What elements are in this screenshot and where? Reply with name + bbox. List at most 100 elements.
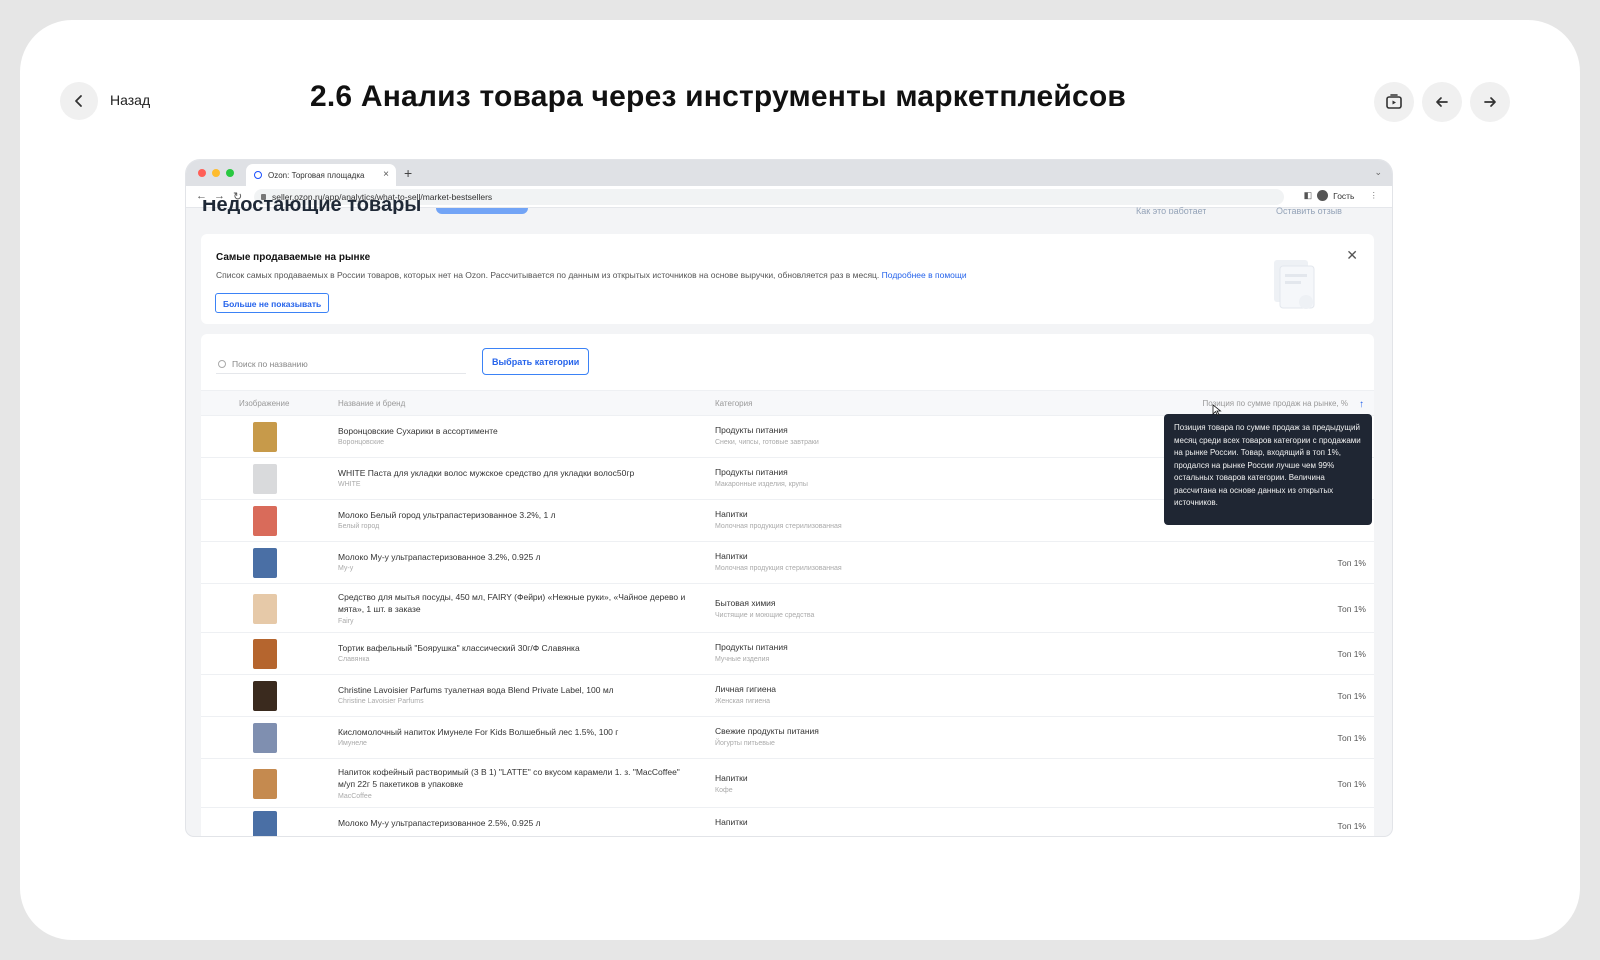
product-category: Продукты питания [715,642,788,652]
arrow-right-icon [1484,97,1496,107]
dismiss-button[interactable]: Больше не показывать [215,293,330,313]
back-label[interactable]: Назад [110,92,150,108]
search-input[interactable]: Поиск по названию [216,354,466,374]
column-header-category: Категория [715,399,753,408]
info-banner: Самые продаваемые на рынке Список самых … [201,234,1374,324]
table-row[interactable]: Напиток кофейный растворимый (3 В 1) "LA… [201,759,1374,808]
table-row[interactable]: Средство для мытья посуды, 450 мл, FAIRY… [201,584,1374,633]
table-row[interactable]: Тортик вафельный "Боярушка" классический… [201,633,1374,675]
product-name[interactable]: Кисломолочный напиток Имунеле For Kids В… [338,726,688,738]
product-image [253,593,277,624]
table-row[interactable]: Кисломолочный напиток Имунеле For Kids В… [201,717,1374,759]
tab-list-icon[interactable]: ⌄ [1374,167,1382,178]
product-category: Бытовая химия [715,598,776,608]
close-icon[interactable]: ✕ [1346,247,1358,264]
search-placeholder: Поиск по названию [232,359,308,369]
prev-button[interactable] [1422,82,1462,122]
product-image [253,723,277,753]
product-image [253,422,277,452]
product-brand: MacCoffee [338,793,372,800]
maximize-dot[interactable] [226,169,234,177]
products-table: Поиск по названию Выбрать категории Изоб… [201,334,1374,836]
back-button[interactable] [60,82,98,120]
lesson-frame: Назад 2.6 Анализ товара через инструмент… [20,20,1580,940]
product-name[interactable]: Молоко Му-у ультрапастеризованное 2.5%, … [338,817,688,829]
video-button[interactable] [1374,82,1414,122]
help-link[interactable]: Подробнее в помощи [882,270,967,280]
product-image [253,768,277,799]
product-subcategory: Женская гигиена [715,698,771,705]
product-category: Напитки [715,551,748,561]
window-controls [198,169,234,177]
profile-button[interactable]: ◧ Гость ⋮ [1304,190,1378,201]
product-brand: Славянка [338,656,370,663]
product-name[interactable]: Тортик вафельный "Боярушка" классический… [338,642,688,654]
profile-label: Гость [1333,190,1355,201]
product-subcategory: Мучные изделия [715,656,770,663]
sales-position: Топ 1% [1337,778,1366,789]
product-name[interactable]: Christine Lavoisier Parfums туалетная во… [338,684,688,696]
how-it-works-link[interactable]: Как это работает [1136,206,1206,214]
product-name[interactable]: WHITE Паста для укладки волос мужское ср… [338,467,688,479]
heading-badge [436,208,528,214]
product-category: Личная гигиена [715,684,776,694]
sales-position: Топ 1% [1337,691,1366,701]
close-dot[interactable] [198,169,206,177]
product-brand: Christine Lavoisier Parfums [338,698,424,705]
product-image [253,681,277,711]
sales-position: Топ 1% [1337,558,1366,568]
product-brand: Воронцовские [338,439,385,446]
banner-description: Список самых продаваемых в России товаро… [216,270,880,280]
arrow-left-icon [1436,97,1448,107]
product-image [253,548,277,578]
column-header-position[interactable]: Позиция по сумме продаж на рынке, % [1203,399,1349,408]
document-illustration-icon [1274,260,1315,309]
banner-text: Список самых продаваемых в России товаро… [216,270,967,280]
product-subcategory: Йогурты питьевые [715,740,775,747]
sales-position: Топ 1% [1337,733,1366,743]
sales-position: Топ 1% [1337,649,1366,659]
browser-tabbar: Ozon: Торговая площадка × + ⌄ [186,160,1392,186]
column-header-image: Изображение [239,399,290,408]
sort-arrow-icon[interactable]: ↑ [1359,399,1364,410]
minimize-dot[interactable] [212,169,220,177]
column-header-name: Название и бренд [338,399,406,408]
video-player-icon [1386,94,1402,109]
product-name[interactable]: Молоко Му-у ультрапастеризованное 3.2%, … [338,551,688,563]
banner-title: Самые продаваемые на рынке [216,252,371,263]
browser-tab[interactable]: Ozon: Торговая площадка × [246,164,396,186]
select-categories-button[interactable]: Выбрать категории [482,348,590,375]
table-row[interactable]: Молоко Му-у ультрапастеризованное 3.2%, … [201,542,1374,584]
browser-screenshot: Ozon: Торговая площадка × + ⌄ ← → ↻ sell… [186,160,1392,836]
search-icon [218,360,226,368]
product-name[interactable]: Напиток кофейный растворимый (3 В 1) "LA… [338,766,688,790]
product-category: Напитки [715,773,748,783]
product-image [253,639,277,669]
table-row[interactable]: Christine Lavoisier Parfums туалетная во… [201,675,1374,717]
feedback-link[interactable]: Оставить отзыв [1276,206,1342,214]
lesson-title: 2.6 Анализ товара через инструменты марк… [310,80,1127,113]
product-brand: Белый город [338,523,380,530]
product-subcategory: Макаронные изделия, крупы [715,481,808,488]
position-tooltip: Позиция товара по сумме продаж за предыд… [1164,414,1372,525]
product-image [253,464,277,494]
product-brand: WHITE [338,481,361,488]
product-subcategory: Снеки, чипсы, готовые завтраки [715,439,819,446]
next-button[interactable] [1470,82,1510,122]
product-category: Продукты питания [715,425,788,435]
product-subcategory: Молочная продукция стерилизованная [715,523,842,530]
chevron-left-icon [75,95,82,107]
cursor-icon [1212,404,1222,416]
product-image [253,811,277,836]
menu-icon[interactable]: ⋮ [1370,190,1379,201]
new-tab-icon[interactable]: + [404,165,412,181]
product-name[interactable]: Средство для мытья посуды, 450 мл, FAIRY… [338,591,688,615]
product-brand: Имунеле [338,740,367,747]
product-name[interactable]: Воронцовские Сухарики в ассортименте [338,425,688,437]
tab-close-icon[interactable]: × [383,169,389,180]
product-subcategory: Кофе [715,787,733,794]
table-row[interactable]: Молоко Му-у ультрапастеризованное 2.5%, … [201,808,1374,836]
sidebar-icon[interactable]: ◧ [1304,190,1313,201]
product-name[interactable]: Молоко Белый город ультрапастеризованное… [338,509,688,521]
table-header: Изображение Название и бренд Категория П… [201,390,1374,416]
